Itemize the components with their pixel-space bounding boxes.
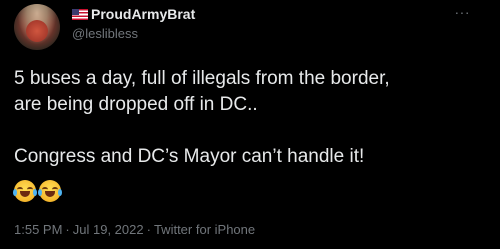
tweet-text-line-3: Congress and DC’s Mayor can’t handle it! [14,146,365,167]
meta-separator: · [65,222,70,237]
face-with-tears-of-joy-icon [38,180,62,202]
display-name[interactable]: ProudArmyBrat [91,6,195,22]
face-with-tears-of-joy-icon [13,180,37,202]
tweet-source[interactable]: Twitter for iPhone [154,222,255,237]
tweet-date[interactable]: Jul 19, 2022 [73,222,144,237]
tweet-text-line-1: 5 buses a day, full of illegals from the… [14,68,390,89]
tweet-text: 5 buses a day, full of illegals from the… [14,66,490,170]
avatar[interactable] [14,4,60,50]
user-block: ProudArmyBrat @leslibless [72,6,195,41]
more-options-icon[interactable]: ··· [455,5,471,19]
avatar-face [26,20,48,42]
tweet-meta: 1:55 PM · Jul 19, 2022 · Twitter for iPhone [14,222,255,237]
name-row[interactable]: ProudArmyBrat [72,6,195,22]
tweet-time[interactable]: 1:55 PM [14,222,62,237]
meta-separator: · [146,222,151,237]
user-handle[interactable]: @leslibless [72,26,195,41]
tweet-emojis [13,180,62,202]
us-flag-icon [72,8,88,20]
tweet-text-line-2: are being dropped off in DC.. [14,94,258,115]
tweet-card: ProudArmyBrat @leslibless ··· 5 buses a … [0,0,500,249]
